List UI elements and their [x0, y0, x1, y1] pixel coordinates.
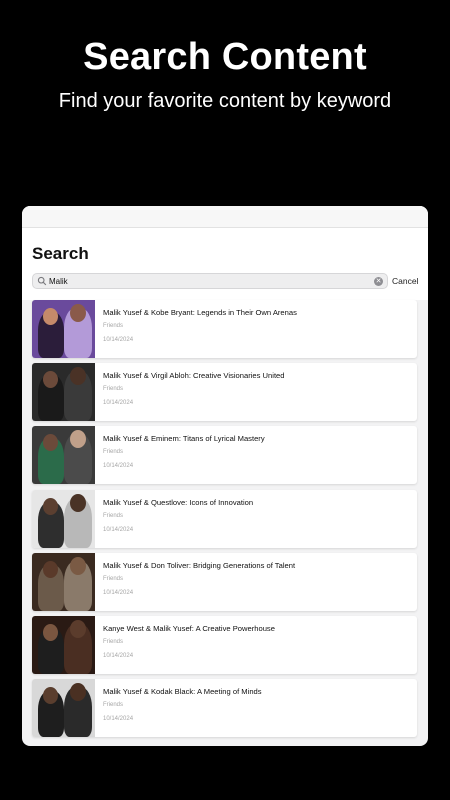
thumb-face — [43, 308, 58, 325]
result-thumbnail — [32, 552, 95, 611]
result-thumbnail — [32, 616, 95, 674]
result-card[interactable]: Malik Yusef & Questlove: Icons of Innova… — [32, 489, 417, 548]
thumb-face — [43, 560, 58, 578]
result-text: Kanye West & Malik Yusef: A Creative Pow… — [95, 616, 275, 674]
result-date: 10/14/2024 — [103, 337, 134, 343]
search-heading: Search — [32, 244, 89, 263]
result-title: Malik Yusef & Kobe Bryant: Legends in Th… — [103, 308, 297, 317]
result-thumbnail — [32, 300, 95, 358]
result-date: 10/14/2024 — [103, 526, 134, 533]
result-text: Malik Yusef & Don Toliver: Bridging Gene… — [95, 553, 295, 611]
result-text: Malik Yusef & Questlove: Icons of Innova… — [95, 490, 253, 548]
app-screen: Search ✕ Cancel Malik Yusef & Kobe Bryan… — [22, 206, 428, 746]
result-category: Friends — [103, 512, 124, 519]
result-card[interactable]: Malik Yusef & Kodak Black: A Meeting of … — [32, 679, 417, 738]
result-card[interactable]: Malik Yusef & Don Toliver: Bridging Gene… — [32, 552, 417, 611]
thumb-face — [43, 497, 58, 515]
result-text: Malik Yusef & Eminem: Titans of Lyrical … — [95, 426, 265, 484]
result-date: 10/14/2024 — [103, 400, 134, 407]
result-thumbnail — [32, 679, 95, 738]
thumb-face — [70, 304, 86, 322]
result-card[interactable]: Kanye West & Malik Yusef: A Creative Pow… — [32, 616, 417, 674]
thumb-face — [70, 493, 86, 512]
result-title: Kanye West & Malik Yusef: A Creative Pow… — [103, 624, 275, 633]
promo-title: Search Content — [83, 36, 367, 78]
top-bar — [22, 206, 428, 228]
search-input[interactable] — [47, 275, 374, 287]
result-title: Malik Yusef & Kodak Black: A Meeting of … — [103, 687, 262, 697]
result-thumbnail — [32, 489, 95, 548]
result-title: Malik Yusef & Eminem: Titans of Lyrical … — [103, 434, 265, 444]
result-date: 10/14/2024 — [103, 589, 134, 596]
result-text: Malik Yusef & Kodak Black: A Meeting of … — [95, 679, 262, 737]
thumb-face — [43, 624, 58, 641]
result-text: Malik Yusef & Kobe Bryant: Legends in Th… — [95, 300, 297, 358]
result-category: Friends — [103, 702, 124, 709]
result-title: Malik Yusef & Virgil Abloh: Creative Vis… — [103, 371, 285, 381]
result-thumbnail — [32, 363, 95, 422]
search-icon — [37, 276, 47, 286]
result-category: Friends — [103, 449, 124, 456]
result-title: Malik Yusef & Don Toliver: Bridging Gene… — [103, 560, 296, 570]
result-card[interactable]: Malik Yusef & Virgil Abloh: Creative Vis… — [32, 363, 417, 422]
result-category: Friends — [103, 639, 124, 645]
search-box[interactable]: ✕ — [32, 273, 388, 289]
result-category: Friends — [103, 575, 124, 582]
result-date: 10/14/2024 — [103, 653, 134, 659]
result-text: Malik Yusef & Virgil Abloh: Creative Vis… — [95, 363, 285, 421]
result-thumbnail — [32, 426, 95, 485]
cancel-button[interactable]: Cancel — [392, 276, 418, 286]
result-card[interactable]: Malik Yusef & Eminem: Titans of Lyrical … — [32, 426, 417, 485]
result-category: Friends — [103, 323, 124, 329]
result-category: Friends — [103, 386, 124, 393]
result-title: Malik Yusef & Questlove: Icons of Innova… — [103, 497, 254, 507]
thumb-face — [70, 556, 86, 575]
result-date: 10/14/2024 — [103, 716, 134, 723]
result-date: 10/14/2024 — [103, 463, 134, 470]
thumb-face — [70, 620, 86, 638]
search-header: Search ✕ Cancel — [22, 228, 428, 300]
promo-subtitle: Find your favorite content by keyword — [58, 90, 392, 112]
result-card[interactable]: Malik Yusef & Kobe Bryant: Legends in Th… — [32, 300, 417, 358]
clear-icon[interactable]: ✕ — [374, 276, 383, 286]
